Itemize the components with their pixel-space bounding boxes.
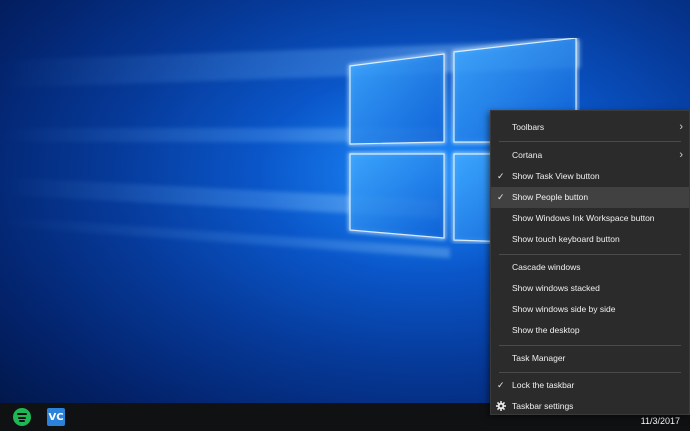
vscode-icon: VC	[47, 408, 65, 426]
menu-item-show-people-button[interactable]: ✓ Show People button	[491, 187, 689, 208]
menu-item-label: Toolbars	[512, 122, 545, 132]
gear-icon	[496, 401, 506, 411]
menu-item-label: Show the desktop	[512, 325, 580, 335]
menu-item-cascade-windows[interactable]: Cascade windows	[491, 257, 689, 278]
menu-item-show-task-view-button[interactable]: ✓ Show Task View button	[491, 166, 689, 187]
spotify-app-icon[interactable]	[12, 407, 32, 427]
menu-item-show-ink-workspace-button[interactable]: Show Windows Ink Workspace button	[491, 208, 689, 229]
menu-item-label: Cortana	[512, 150, 543, 160]
menu-item-label: Show touch keyboard button	[512, 234, 620, 244]
menu-separator	[499, 345, 681, 346]
menu-item-label: Task Manager	[512, 353, 566, 363]
checkmark-icon: ✓	[497, 171, 505, 181]
menu-item-label: Show Task View button	[512, 171, 600, 181]
menu-item-cortana[interactable]: Cortana ›	[491, 145, 689, 166]
clock-date[interactable]: 11/3/2017	[641, 416, 680, 426]
menu-item-taskbar-settings[interactable]: Taskbar settings	[491, 396, 689, 417]
vscode-app-icon[interactable]: VC	[46, 407, 66, 427]
menu-item-show-touch-keyboard-button[interactable]: Show touch keyboard button	[491, 229, 689, 250]
menu-item-label: Lock the taskbar	[512, 380, 575, 390]
menu-separator	[499, 372, 681, 373]
checkmark-icon: ✓	[497, 380, 505, 390]
menu-item-show-windows-stacked[interactable]: Show windows stacked	[491, 278, 689, 299]
checkmark-icon: ✓	[497, 192, 505, 202]
chevron-right-icon: ›	[679, 149, 683, 161]
menu-item-lock-the-taskbar[interactable]: ✓ Lock the taskbar	[491, 375, 689, 396]
menu-item-label: Cascade windows	[512, 262, 581, 272]
menu-item-label: Taskbar settings	[512, 401, 574, 411]
menu-item-label: Show Windows Ink Workspace button	[512, 213, 655, 223]
menu-item-toolbars[interactable]: Toolbars ›	[491, 117, 689, 138]
menu-item-label: Show windows stacked	[512, 283, 600, 293]
spotify-icon	[13, 408, 31, 426]
menu-item-show-the-desktop[interactable]: Show the desktop	[491, 320, 689, 341]
menu-item-task-manager[interactable]: Task Manager	[491, 348, 689, 369]
menu-separator	[499, 141, 681, 142]
taskbar-context-menu: Toolbars › Cortana › ✓ Show Task View bu…	[490, 110, 690, 415]
menu-item-show-windows-side-by-side[interactable]: Show windows side by side	[491, 299, 689, 320]
menu-item-label: Show People button	[512, 192, 589, 202]
menu-separator	[499, 254, 681, 255]
menu-item-label: Show windows side by side	[512, 304, 616, 314]
chevron-right-icon: ›	[679, 121, 683, 133]
